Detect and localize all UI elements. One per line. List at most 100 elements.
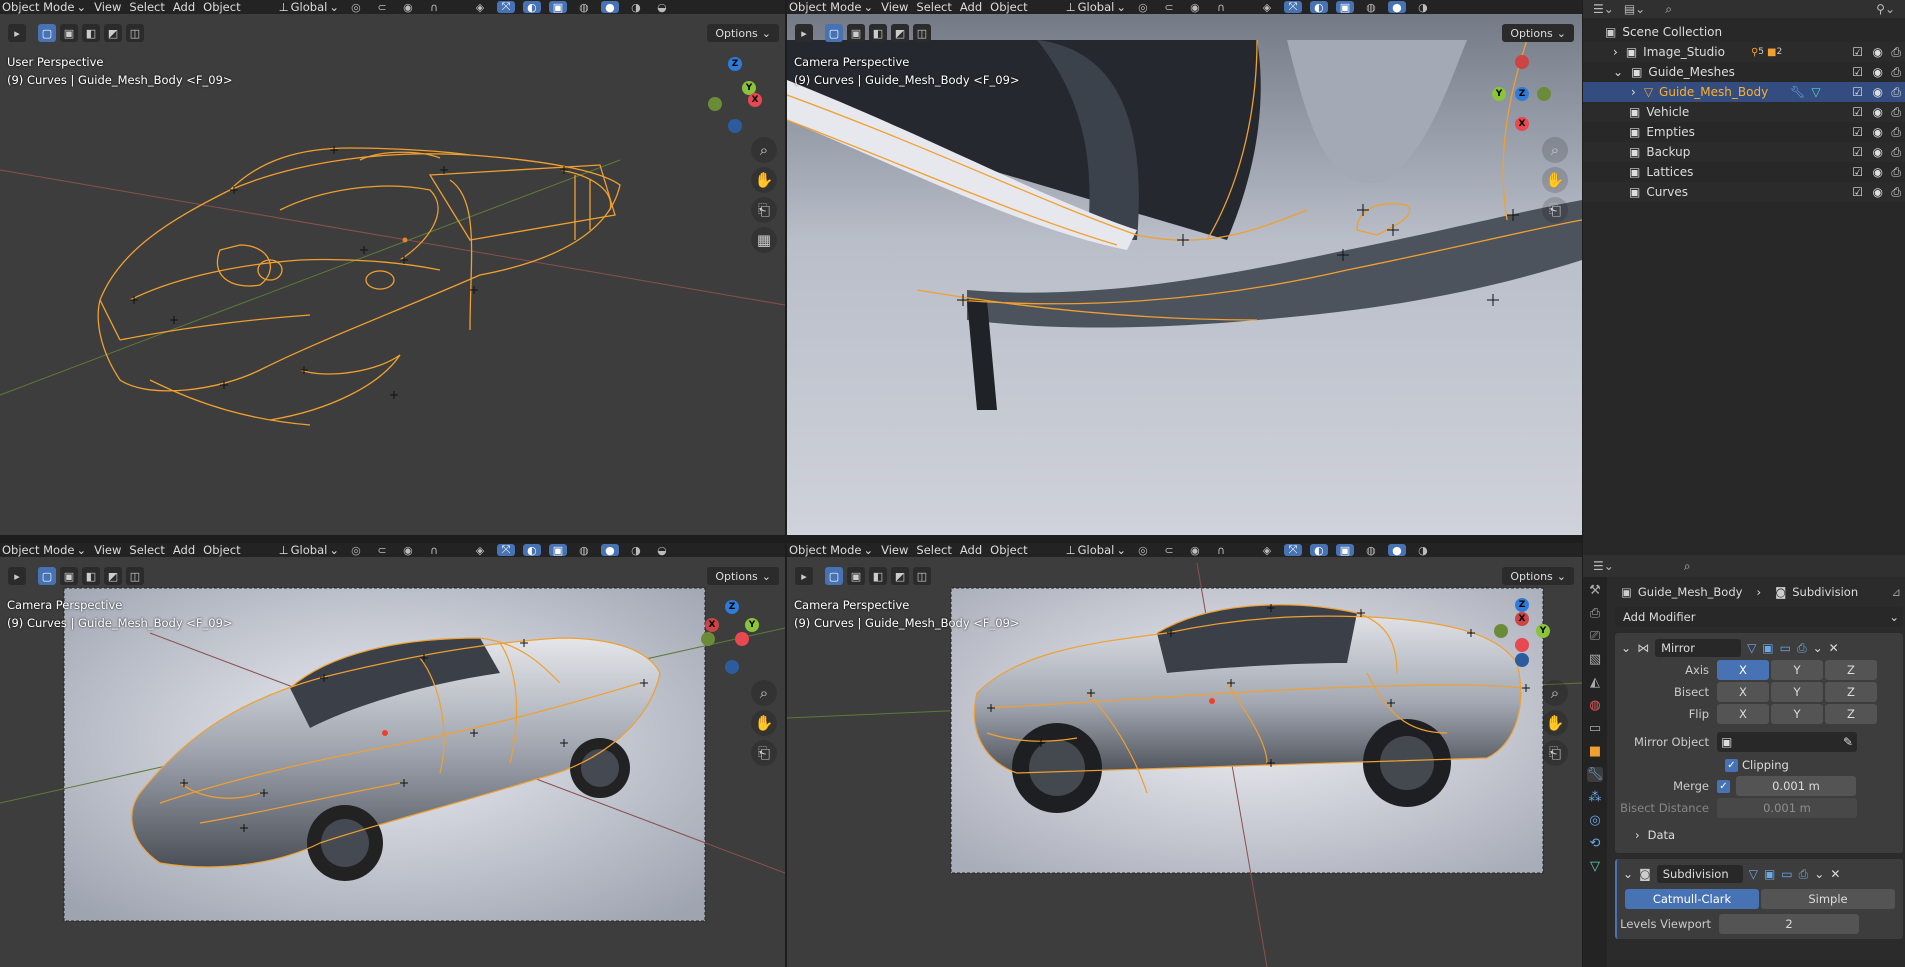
gizmo-x-axis[interactable]: X [1515,612,1529,626]
object-mode-dropdown[interactable]: Object Mode ⌄ [789,0,873,14]
edit-mode-toggle-icon[interactable]: ▽ [1749,867,1758,881]
camera-view-icon[interactable]: ⎗ [1542,197,1568,223]
select-new-icon[interactable]: ▢ [825,24,843,42]
axis-x-toggle[interactable]: X [1717,660,1769,680]
outliner-item-guide-meshes[interactable]: ⌄ ▣ Guide_Meshes ☑ ◉ ⎙ [1583,62,1905,82]
render-camera-icon[interactable]: ⎙ [1891,185,1901,200]
gizmo-neg-z-axis[interactable] [1515,653,1529,667]
gizmo-x-axis[interactable]: X [1515,117,1529,131]
add-modifier-button[interactable]: Add Modifier ⌄ [1615,607,1903,627]
select-invert-icon[interactable]: ◩ [891,24,909,42]
render-camera-icon[interactable]: ⎙ [1891,165,1901,180]
options-button[interactable]: Options ⌄ [1502,24,1574,42]
gizmo-neg-x-axis[interactable] [735,632,749,646]
gizmo-x-axis[interactable]: X [748,93,762,107]
eyedropper-icon[interactable]: ✎ [1843,735,1853,749]
constraints-tab-icon[interactable]: ⟲ [1590,836,1601,851]
checkbox-icon[interactable]: ☑ [1852,145,1863,159]
navigation-gizmo[interactable]: Y Z X [1487,55,1551,131]
menu-select[interactable]: Select [916,0,951,14]
checkbox-icon[interactable]: ☑ [1852,65,1863,79]
chevron-down-icon[interactable]: ⌄ [1813,641,1823,655]
gizmo-neg-y-axis[interactable] [701,632,715,646]
flip-x-toggle[interactable]: X [1717,704,1769,724]
checkbox-icon[interactable]: ☑ [1852,105,1863,119]
gizmo-icon[interactable]: ⤧ [1283,0,1302,13]
outliner-item-image-studio[interactable]: › ▣ Image_Studio ⚲ 5 ■ 2 ☑ ◉ ⎙ [1583,42,1905,62]
display-mode-icon[interactable]: ▤⌄ [1624,2,1645,16]
render-toggle-icon[interactable]: ⎙ [1797,641,1807,656]
select-intersect-icon[interactable]: ◫ [913,24,931,42]
tool-icon[interactable]: ▸ [795,24,813,42]
menu-object[interactable]: Object [990,0,1027,14]
zoom-icon[interactable]: ⌕ [751,137,777,163]
axis-z-toggle[interactable]: Z [1825,660,1877,680]
gizmo-x-axis[interactable]: X [705,618,719,632]
checkbox-icon[interactable]: ☑ [1852,165,1863,179]
gizmo-z-axis[interactable]: Z [1515,598,1529,612]
eye-icon[interactable]: ◉ [1873,45,1883,59]
camera-view-icon[interactable]: ⎗ [1542,740,1568,766]
merge-checkbox[interactable]: ✓ [1717,779,1730,793]
particles-tab-icon[interactable]: ⁂ [1589,790,1602,805]
gizmo-neg-z-axis[interactable] [728,119,742,133]
checkbox-icon[interactable]: ☑ [1852,185,1863,199]
cage-toggle-icon[interactable]: ▣ [1764,867,1775,881]
collapse-arrow-icon[interactable]: ⌄ [1621,641,1631,655]
viewport-camera-side[interactable]: Object Mode ⌄ View Select Add Object ⊥ Glo… [787,543,1582,967]
outliner-scene-collection[interactable]: ▣ Scene Collection [1583,22,1905,42]
bisect-y-toggle[interactable]: Y [1771,682,1823,702]
falloff-icon[interactable]: ∩ [1212,1,1230,14]
close-icon[interactable]: ✕ [1830,867,1840,881]
physics-tab-icon[interactable]: ◎ [1589,813,1600,828]
modifier-tab-icon[interactable]: 🔧︎ [1586,767,1604,782]
search-icon[interactable]: ⌕ [1684,559,1691,574]
flip-y-toggle[interactable]: Y [1771,704,1823,724]
outliner-item-guide-mesh-body[interactable]: › ▽ Guide_Mesh_Body 🔧︎ ▽ ☑ ◉ ⎙ [1583,82,1905,102]
axis-y-toggle[interactable]: Y [1771,660,1823,680]
zoom-icon[interactable]: ⌕ [1542,137,1568,163]
viewport-user-perspective[interactable]: Object Mode ⌄ View Select Add Object ⊥ Glo… [0,0,785,535]
expand-arrow-icon[interactable]: › [1613,45,1618,59]
collapse-arrow-icon[interactable]: ⌄ [1613,65,1623,79]
outliner-item-empties[interactable]: ▣ Empties ☑ ◉ ⎙ [1583,122,1905,142]
render-camera-icon[interactable]: ⎙ [1891,145,1901,160]
modifier-name-field[interactable]: Mirror [1655,639,1742,657]
collection-tab-icon[interactable]: ▭ [1589,721,1601,736]
clipping-checkbox[interactable]: ✓ [1725,758,1738,772]
menu-add[interactable]: Add [960,0,982,14]
gizmo-neg-y-axis[interactable] [1537,87,1551,101]
proportional-edit-icon[interactable]: ◉ [1186,1,1204,14]
collapse-arrow-icon[interactable]: ⌄ [1623,867,1633,881]
eye-icon[interactable]: ◉ [1873,185,1883,199]
gizmo-z-axis[interactable]: Z [725,600,739,614]
data-tab-icon[interactable]: ▽ [1590,859,1600,874]
render-camera-icon[interactable]: ⎙ [1891,45,1901,60]
data-subpanel-header[interactable]: › Data [1615,823,1903,847]
eye-icon[interactable]: ◉ [1873,65,1883,79]
gizmo-neg-z-axis[interactable] [1515,55,1529,69]
viewport-camera-closeup[interactable]: Object Mode ⌄ View Select Add Object ⊥ Glo… [787,0,1582,535]
merge-distance-field[interactable]: 0.001 m [1736,776,1856,796]
navigation-gizmo[interactable]: Z Y X [700,55,762,133]
ortho-toggle-icon[interactable]: ▦ [751,227,777,253]
solid-shading-icon[interactable]: ● [1387,1,1406,14]
scene-tab-icon[interactable]: ◭ [1590,675,1600,690]
expand-arrow-icon[interactable]: › [1631,85,1636,99]
overlay-icon[interactable]: ◐ [1309,1,1328,14]
outliner-item-vehicle[interactable]: ▣ Vehicle ☑ ◉ ⎙ [1583,102,1905,122]
camera-view-icon[interactable]: ⎗ [751,740,777,766]
viewport-toggle-icon[interactable]: ▭ [1781,867,1792,881]
render-camera-icon[interactable]: ⎙ [1891,65,1901,80]
eye-icon[interactable]: ◉ [1873,125,1883,139]
bisect-x-toggle[interactable]: X [1717,682,1769,702]
gizmo-z-axis[interactable]: Z [728,57,742,71]
pan-hand-icon[interactable]: ✋ [1542,167,1568,193]
pan-hand-icon[interactable]: ✋ [751,167,777,193]
eye-icon[interactable]: ◉ [1873,165,1883,179]
render-tab-icon[interactable]: ⎙ [1590,606,1600,621]
render-toggle-icon[interactable]: ⎙ [1799,867,1809,882]
levels-viewport-field[interactable]: 2 [1719,914,1859,934]
tool-tab-icon[interactable]: ⚒ [1589,583,1601,598]
gizmo-z-axis[interactable]: Z [1515,87,1529,101]
